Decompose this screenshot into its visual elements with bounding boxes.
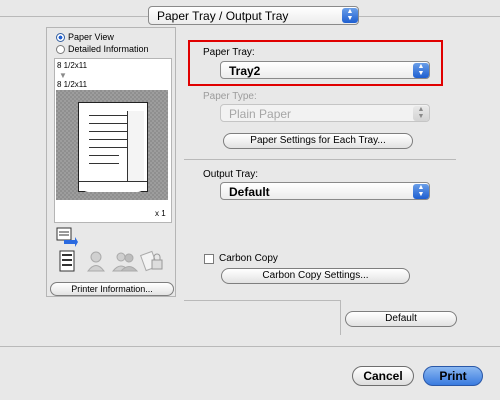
- paper-tray-label: Paper Tray:: [203, 47, 255, 58]
- popup-stepper-icon: ▲ ▼: [342, 8, 358, 23]
- panel-selector-popup[interactable]: Paper Tray / Output Tray ▲ ▼: [148, 6, 359, 25]
- output-tray-stepper-icon: ▲ ▼: [413, 184, 429, 199]
- users-icon: [111, 250, 139, 272]
- cancel-button[interactable]: Cancel: [352, 366, 414, 386]
- paper-view-label: Paper View: [68, 32, 114, 42]
- paper-type-label: Paper Type:: [203, 91, 257, 102]
- arrow-down-icon: ▼: [59, 71, 67, 80]
- user-icon: [86, 250, 108, 272]
- print-button[interactable]: Print: [423, 366, 483, 386]
- secure-document-icon: [139, 249, 163, 272]
- paper-type-value: Plain Paper: [229, 107, 292, 121]
- output-tray-icon[interactable]: [56, 226, 78, 248]
- section-divider: [184, 159, 456, 160]
- top-divider-right: [359, 16, 500, 17]
- carbon-copy-checkbox[interactable]: [204, 254, 214, 264]
- carbon-copy-settings-button[interactable]: Carbon Copy Settings...: [221, 268, 410, 284]
- paper-type-popup[interactable]: Plain Paper ▲ ▼: [220, 104, 430, 122]
- document-icon[interactable]: [58, 250, 80, 272]
- default-button[interactable]: Default: [345, 311, 457, 327]
- carbon-copy-label: Carbon Copy: [219, 253, 278, 264]
- output-tray-value: Default: [229, 185, 270, 199]
- paper-type-stepper-icon: ▲ ▼: [413, 106, 429, 121]
- document-preview-icon: [78, 102, 148, 192]
- detailed-info-label: Detailed Information: [68, 44, 149, 54]
- top-divider-left: [0, 16, 148, 17]
- vertical-divider: [340, 300, 341, 335]
- paper-size-to: 8 1/2x11: [57, 80, 88, 89]
- paper-view-radio[interactable]: [56, 33, 65, 42]
- output-tray-label: Output Tray:: [203, 169, 259, 180]
- copies-count: x 1: [155, 209, 166, 218]
- paper-size-from: 8 1/2x11: [57, 61, 88, 70]
- bottom-divider-left: [184, 300, 340, 301]
- paper-tray-stepper-icon: ▲ ▼: [413, 63, 429, 78]
- detailed-info-radio[interactable]: [56, 45, 65, 54]
- output-tray-popup[interactable]: Default ▲ ▼: [220, 182, 430, 200]
- printer-information-button[interactable]: Printer Information...: [50, 282, 174, 296]
- paper-tray-popup[interactable]: Tray2 ▲ ▼: [220, 61, 430, 79]
- paper-tray-value: Tray2: [229, 64, 261, 78]
- footer-divider: [0, 346, 500, 347]
- panel-selector-label: Paper Tray / Output Tray: [157, 9, 289, 23]
- paper-settings-button[interactable]: Paper Settings for Each Tray...: [223, 133, 413, 149]
